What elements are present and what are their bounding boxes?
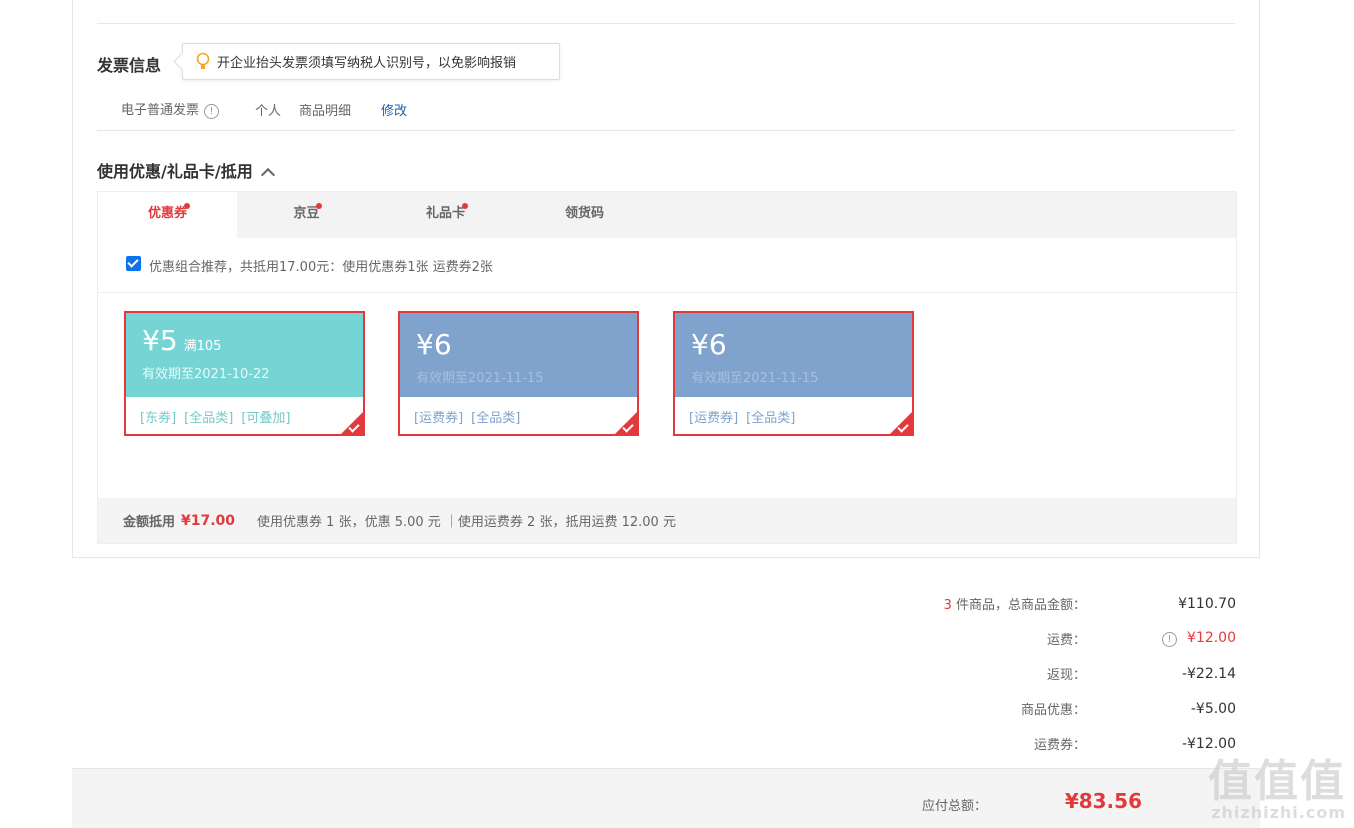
order-totals: 3 件商品，总商品金额： ¥110.70 运费： ! ¥12.00 返现： -¥2… bbox=[944, 586, 1236, 761]
discount-header[interactable]: 使用优惠/礼品卡/抵用 bbox=[97, 158, 275, 183]
watermark-big: 值值值 bbox=[1208, 756, 1346, 807]
invoice-holder: 个人 bbox=[255, 103, 282, 119]
tab-dot bbox=[316, 203, 322, 209]
tab-giftcard-label: 礼品卡 bbox=[425, 206, 465, 221]
coupon-tag: [运费券] bbox=[414, 411, 464, 426]
coupon-tags: [东券] [全品类] [可叠加] bbox=[126, 397, 363, 436]
tab-coupons-label: 优惠券 bbox=[147, 206, 187, 221]
tab-jingdou-label: 京豆 bbox=[293, 206, 320, 221]
tab-pickup-code-label: 领货码 bbox=[564, 206, 604, 221]
total-row-items: 3 件商品，总商品金额： ¥110.70 bbox=[944, 586, 1236, 621]
lightbulb-icon bbox=[195, 52, 211, 72]
coupon-card[interactable]: ¥5 满105 有效期至2021-10-22 [东券] [全品类] [可叠加] bbox=[124, 311, 365, 436]
coupon-date: 有效期至2021-10-22 bbox=[142, 367, 270, 382]
coupon-tags: [运费券] [全品类] bbox=[400, 397, 637, 436]
coupon-date: 有效期至2021-11-15 bbox=[416, 371, 544, 386]
recommend-row: 优惠组合推荐，共抵用17.00元：使用优惠券1张 运费券2张 bbox=[98, 238, 1236, 293]
promo-label: 商品优惠： bbox=[1020, 703, 1086, 718]
items-label: 3 件商品，总商品金额： bbox=[944, 594, 1086, 613]
coupon-tag: [可叠加] bbox=[241, 411, 291, 426]
total-row-cashback: 返现： -¥22.14 bbox=[944, 656, 1236, 691]
coupon-tag: [全品类] bbox=[184, 411, 234, 426]
coupon-tag: [运费券] bbox=[689, 411, 739, 426]
invoice-tip: 开企业抬头发票须填写纳税人识别号，以免影响报销 bbox=[182, 43, 560, 80]
coupon-amount: ¥5 bbox=[142, 324, 178, 357]
invoice-title: 发票信息 bbox=[97, 56, 162, 75]
summary-label: 金额抵用 bbox=[123, 515, 176, 530]
items-value: ¥110.70 bbox=[1178, 595, 1236, 612]
coupon-tag: [全品类] bbox=[471, 411, 521, 426]
payable-bar: 应付总额： ¥83.56 bbox=[72, 768, 1260, 828]
discount-tabs: 优惠券 京豆 礼品卡 领货码 bbox=[98, 192, 1236, 238]
items-label-text: 件商品，总商品金额： bbox=[951, 598, 1086, 613]
coupon-card[interactable]: ¥6 有效期至2021-11-15 [运费券] [全品类] bbox=[673, 311, 914, 436]
coupon-tags: [运费券] [全品类] bbox=[675, 397, 912, 436]
coupon-amount: ¥6 bbox=[416, 328, 452, 361]
divider-top bbox=[97, 23, 1235, 24]
shipcoupon-label: 运费券： bbox=[1033, 738, 1086, 753]
summary-detail: 使用优惠券 1 张，优惠 5.00 元 ｜使用运费券 2 张，抵用运费 12.0… bbox=[257, 515, 676, 530]
invoice-edit-link[interactable]: 修改 bbox=[381, 100, 407, 119]
shipping-label: 运费： bbox=[1046, 633, 1086, 648]
invoice-content: 商品明细 bbox=[299, 103, 352, 119]
chevron-up-icon[interactable] bbox=[260, 167, 275, 183]
invoice-details: 电子普通发票! 个人 商品明细 修改 bbox=[121, 99, 425, 119]
invoice-type: 电子普通发票! bbox=[121, 99, 237, 119]
tab-pickup-code[interactable]: 领货码 bbox=[515, 192, 654, 238]
coupon-top: ¥6 有效期至2021-11-15 bbox=[400, 313, 637, 397]
coupon-top: ¥5 满105 有效期至2021-10-22 bbox=[126, 313, 363, 397]
tab-jingdou[interactable]: 京豆 bbox=[237, 192, 376, 238]
tab-coupons[interactable]: 优惠券 bbox=[98, 192, 237, 238]
promo-value: -¥5.00 bbox=[1190, 700, 1236, 717]
total-row-promo: 商品优惠： -¥5.00 bbox=[944, 691, 1236, 726]
tab-dot bbox=[462, 203, 468, 209]
recommend-text: 优惠组合推荐，共抵用17.00元：使用优惠券1张 运费券2张 bbox=[149, 259, 493, 275]
coupon-card[interactable]: ¥6 有效期至2021-11-15 [运费券] [全品类] bbox=[398, 311, 639, 436]
payable-label: 应付总额： bbox=[921, 799, 987, 814]
discount-summary: 金额抵用 ¥17.00 使用优惠券 1 张，优惠 5.00 元 ｜使用运费券 2… bbox=[98, 498, 1236, 543]
invoice-type-label: 电子普通发票 bbox=[121, 103, 200, 118]
coupon-date: 有效期至2021-11-15 bbox=[691, 371, 819, 386]
payable-amount: ¥83.56 bbox=[1064, 789, 1142, 813]
coupon-tag: [全品类] bbox=[746, 411, 796, 426]
info-icon[interactable]: ! bbox=[1162, 632, 1177, 647]
tab-giftcard[interactable]: 礼品卡 bbox=[376, 192, 515, 238]
info-icon[interactable]: ! bbox=[204, 104, 220, 119]
site-watermark: 值值值 zhizhizhi.com bbox=[1208, 745, 1346, 822]
total-row-shipcoupon: 运费券： -¥12.00 bbox=[944, 726, 1236, 761]
invoice-tip-text: 开企业抬头发票须填写纳税人识别号，以免影响报销 bbox=[217, 56, 517, 71]
discount-title: 使用优惠/礼品卡/抵用 bbox=[97, 162, 253, 181]
item-count: 3 bbox=[943, 598, 952, 613]
coupon-condition: 满105 bbox=[183, 339, 222, 354]
coupon-amount: ¥6 bbox=[691, 328, 727, 361]
shipping-value-wrap: ! ¥12.00 bbox=[1086, 630, 1236, 647]
recommend-checkbox[interactable] bbox=[126, 255, 141, 271]
summary-amount: ¥17.00 bbox=[181, 512, 236, 529]
shipping-value: ¥12.00 bbox=[1187, 630, 1236, 646]
divider-mid bbox=[97, 130, 1235, 131]
coupon-tag: [东券] bbox=[140, 411, 177, 426]
watermark-small: zhizhizhi.com bbox=[1211, 803, 1346, 822]
cashback-value: -¥22.14 bbox=[1181, 665, 1236, 682]
total-row-shipping: 运费： ! ¥12.00 bbox=[944, 621, 1236, 656]
tab-dot bbox=[184, 203, 190, 209]
coupon-top: ¥6 有效期至2021-11-15 bbox=[675, 313, 912, 397]
cashback-label: 返现： bbox=[1046, 668, 1086, 683]
